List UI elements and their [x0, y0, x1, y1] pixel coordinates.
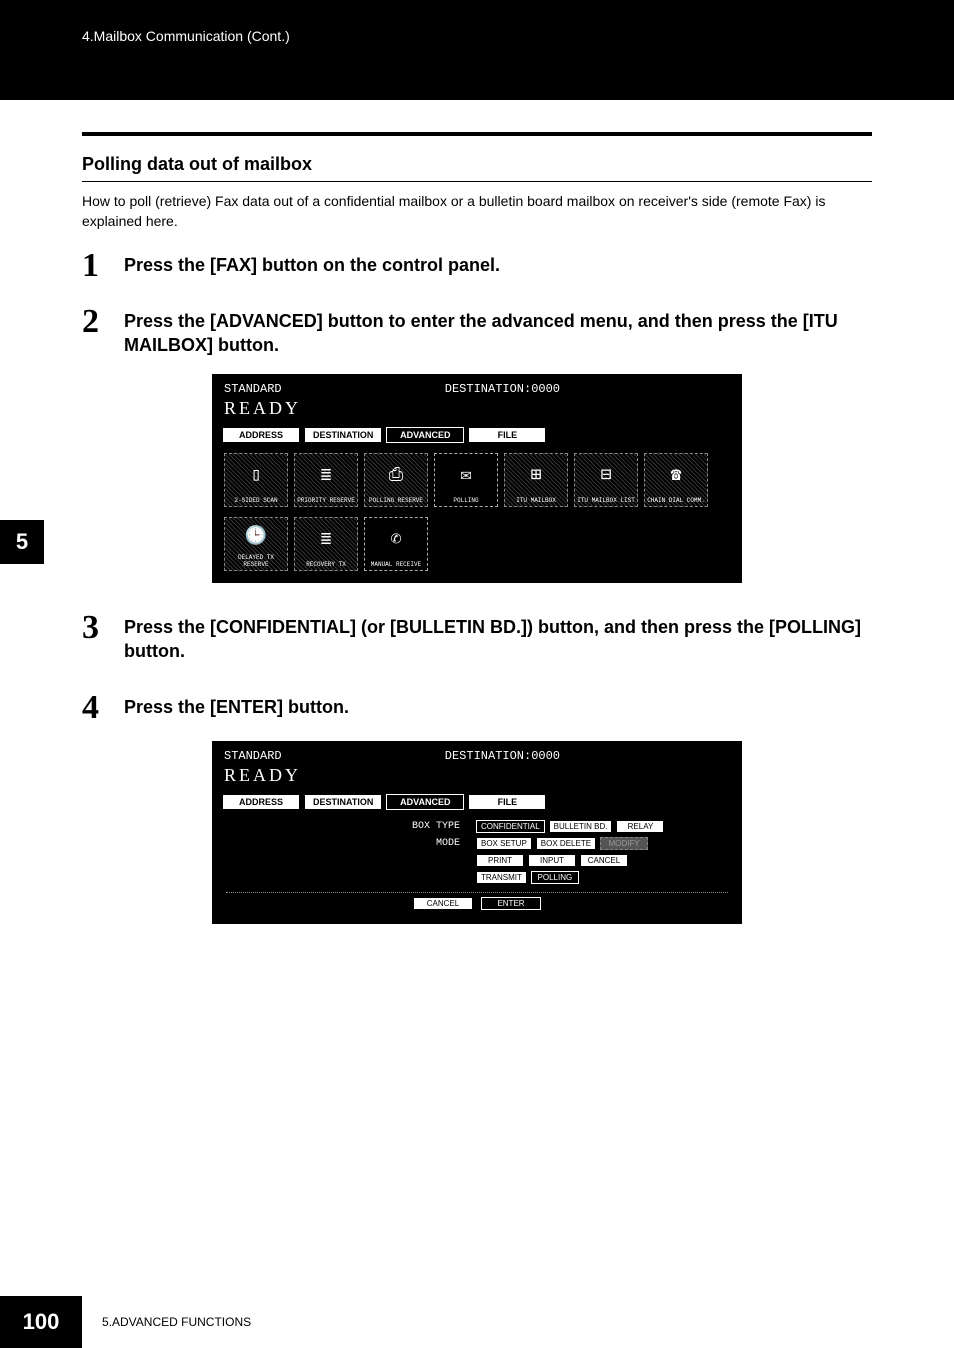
phone-icon: ☎ — [671, 454, 682, 497]
divider — [82, 132, 872, 136]
step-number: 2 — [82, 305, 124, 339]
step-text: Press the [FAX] button on the control pa… — [124, 249, 500, 277]
btn-relay[interactable]: RELAY — [616, 820, 664, 833]
section-title: Polling data out of mailbox — [82, 154, 872, 182]
box-type-label: BOX TYPE — [226, 821, 476, 832]
tab-advanced[interactable]: ADVANCED — [386, 794, 464, 810]
tab-file[interactable]: FILE — [468, 794, 546, 810]
btn-modify: MODIFY — [600, 837, 648, 850]
btn-cancel-mode[interactable]: CANCEL — [580, 854, 628, 867]
icon-row-1: ▯2-SIDED SCAN ≣PRIORITY RESERVE ⎙POLLING… — [220, 445, 734, 509]
btn-box-setup[interactable]: BOX SETUP — [476, 837, 532, 850]
icon-delayed-tx[interactable]: 🕒DELAYED TX RESERVE — [224, 517, 288, 571]
intro-text: How to poll (retrieve) Fax data out of a… — [82, 192, 872, 231]
list-icon: ≣ — [321, 454, 332, 497]
mode-label: MODE — [226, 838, 476, 849]
btn-polling[interactable]: POLLING — [531, 871, 579, 884]
content: Polling data out of mailbox How to poll … — [0, 132, 954, 924]
step-2: 2 Press the [ADVANCED] button to enter t… — [82, 305, 872, 358]
device-screenshot-1: STANDARD DESTINATION:0000 READY ADDRESS … — [212, 374, 742, 583]
btn-enter[interactable]: ENTER — [481, 897, 541, 910]
page-header: 4.Mailbox Communication (Cont.) — [0, 0, 954, 100]
btn-cancel[interactable]: CANCEL — [413, 897, 473, 910]
page-number: 100 — [0, 1296, 82, 1348]
breadcrumb: 4.Mailbox Communication (Cont.) — [82, 28, 290, 44]
icon-2sided-scan[interactable]: ▯2-SIDED SCAN — [224, 453, 288, 507]
icon-manual-receive[interactable]: ✆MANUAL RECEIVE — [364, 517, 428, 571]
mailbox-icon: ⊞ — [531, 454, 542, 497]
btn-bulletin-bd[interactable]: BULLETIN BD. — [549, 820, 613, 833]
list-icon: ≣ — [321, 518, 332, 561]
tab-advanced[interactable]: ADVANCED — [386, 427, 464, 443]
step-1: 1 Press the [FAX] button on the control … — [82, 249, 872, 283]
icon-row-2: 🕒DELAYED TX RESERVE ≣RECOVERY TX ✆MANUAL… — [220, 509, 734, 573]
printer-icon: ⎙ — [389, 454, 403, 497]
icon-priority-reserve[interactable]: ≣PRIORITY RESERVE — [294, 453, 358, 507]
chapter-tab: 5 — [0, 520, 44, 564]
step-text: Press the [ADVANCED] button to enter the… — [124, 305, 872, 358]
status-right: DESTINATION:0000 — [445, 749, 560, 763]
icon-polling-reserve[interactable]: ⎙POLLING RESERVE — [364, 453, 428, 507]
step-number: 3 — [82, 611, 124, 645]
tab-bar: ADDRESS DESTINATION ADVANCED FILE — [220, 792, 734, 812]
tab-address[interactable]: ADDRESS — [222, 427, 300, 443]
icon-chain-dial[interactable]: ☎CHAIN DIAL COMM. — [644, 453, 708, 507]
mailbox-list-icon: ⊟ — [601, 454, 612, 497]
step-3: 3 Press the [CONFIDENTIAL] (or [BULLETIN… — [82, 611, 872, 664]
step-number: 4 — [82, 691, 124, 725]
tab-address[interactable]: ADDRESS — [222, 794, 300, 810]
tab-file[interactable]: FILE — [468, 427, 546, 443]
ready-label: READY — [220, 396, 734, 425]
icon-itu-mailbox[interactable]: ⊞ITU MAILBOX — [504, 453, 568, 507]
tab-destination[interactable]: DESTINATION — [304, 427, 382, 443]
icon-itu-mailbox-list[interactable]: ⊟ITU MAILBOX LIST — [574, 453, 638, 507]
ready-label: READY — [220, 763, 734, 792]
status-left: STANDARD — [224, 749, 282, 763]
page-footer: 100 5.ADVANCED FUNCTIONS — [0, 1296, 954, 1348]
btn-confidential[interactable]: CONFIDENTIAL — [476, 820, 545, 833]
btn-transmit[interactable]: TRANSMIT — [476, 871, 527, 884]
tab-bar: ADDRESS DESTINATION ADVANCED FILE — [220, 425, 734, 445]
btn-print[interactable]: PRINT — [476, 854, 524, 867]
step-text: Press the [CONFIDENTIAL] (or [BULLETIN B… — [124, 611, 872, 664]
status-right: DESTINATION:0000 — [445, 382, 560, 396]
status-left: STANDARD — [224, 382, 282, 396]
step-text: Press the [ENTER] button. — [124, 691, 349, 719]
tab-destination[interactable]: DESTINATION — [304, 794, 382, 810]
document-icon: ▯ — [251, 454, 262, 497]
clock-icon: 🕒 — [245, 518, 267, 554]
btn-box-delete[interactable]: BOX DELETE — [536, 837, 596, 850]
step-number: 1 — [82, 249, 124, 283]
device-screenshot-2: STANDARD DESTINATION:0000 READY ADDRESS … — [212, 741, 742, 924]
icon-recovery-tx[interactable]: ≣RECOVERY TX — [294, 517, 358, 571]
step-4: 4 Press the [ENTER] button. — [82, 691, 872, 725]
btn-input[interactable]: INPUT — [528, 854, 576, 867]
chapter-label: 5.ADVANCED FUNCTIONS — [82, 1315, 251, 1329]
handset-icon: ✆ — [391, 518, 402, 561]
icon-polling[interactable]: ✉POLLING — [434, 453, 498, 507]
envelope-icon: ✉ — [461, 454, 472, 497]
